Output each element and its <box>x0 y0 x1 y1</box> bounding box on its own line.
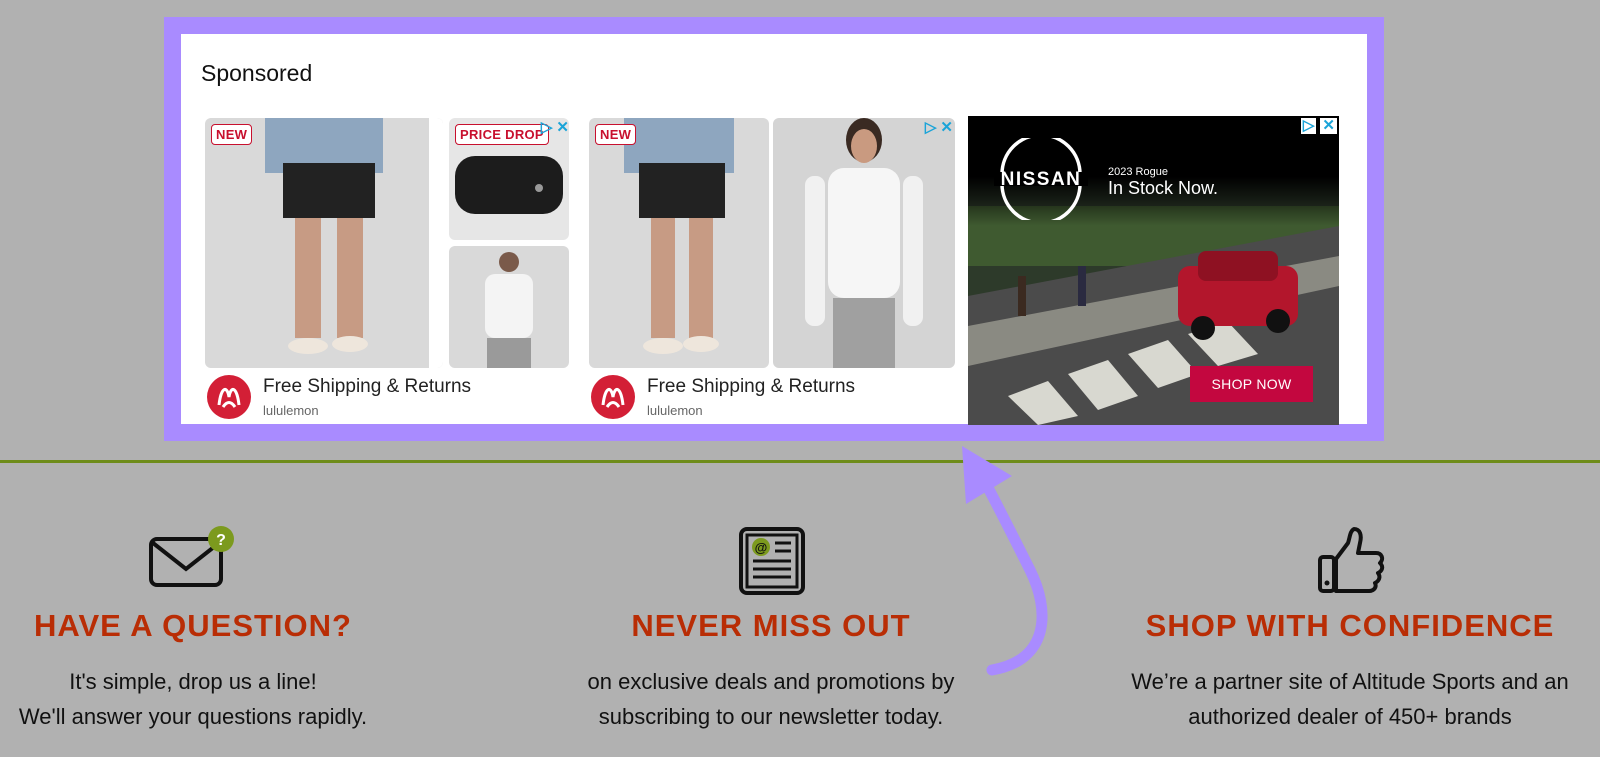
feature-confidence: SHOP WITH CONFIDENCE We’re a partner sit… <box>1090 525 1600 734</box>
nissan-headline: In Stock Now. <box>1108 178 1219 198</box>
feature-question: ? HAVE A QUESTION? It's simple, drop us … <box>0 525 386 734</box>
adchoices-controls[interactable]: ▷ ✕ <box>541 120 569 136</box>
product-image-longsleeve[interactable] <box>449 246 569 368</box>
close-icon[interactable]: ✕ <box>940 120 953 136</box>
feature-line: We'll answer your questions rapidly. <box>18 704 368 729</box>
ad-footer[interactable]: Free Shipping & Returns lululemon <box>205 373 571 421</box>
lululemon-logo-icon <box>207 375 251 419</box>
ad-footer[interactable]: Free Shipping & Returns lululemon <box>589 373 955 421</box>
ad-brand: lululemon <box>263 403 319 418</box>
shop-now-button[interactable]: SHOP NOW <box>1190 366 1313 402</box>
new-badge: NEW <box>211 124 253 145</box>
adchoices-controls[interactable]: ▷ ✕ <box>925 120 953 136</box>
feature-line: It's simple, drop us a line! <box>69 669 317 694</box>
feature-newsletter: @ NEVER MISS OUT on exclusive deals and … <box>540 525 1002 734</box>
sponsored-label: Sponsored <box>201 60 313 86</box>
nissan-ad[interactable]: NISSAN 2023 Rogue In Stock Now. SHOP NOW… <box>968 116 1339 425</box>
mail-question-icon: ? <box>0 525 386 600</box>
ad-brand: lululemon <box>647 403 703 418</box>
product-image-longsleeve[interactable] <box>773 118 955 368</box>
ad-highlight-frame: Sponsored NEW PRICE DROP ▷ ✕ Free Shippi… <box>164 17 1384 441</box>
feature-title: NEVER MISS OUT <box>631 608 911 643</box>
ad-title[interactable]: Free Shipping & Returns <box>263 376 471 398</box>
newspaper-icon: @ <box>540 525 1002 600</box>
svg-text:?: ? <box>216 532 226 549</box>
product-image-belt-bag[interactable]: PRICE DROP <box>449 118 569 240</box>
thumbs-up-icon <box>1090 525 1600 600</box>
adchoices-icon[interactable]: ▷ <box>925 120 937 136</box>
feature-line: on exclusive deals and promotions by <box>587 669 955 694</box>
lululemon-ad-card[interactable]: NEW PRICE DROP ▷ ✕ Free Shipping & Retur… <box>205 118 571 421</box>
svg-text:@: @ <box>755 540 768 555</box>
adchoices-icon[interactable]: ▷ <box>1300 118 1317 134</box>
feature-description: on exclusive deals and promotions by sub… <box>540 664 1002 734</box>
feature-line: subscribing to our newsletter today. <box>598 704 944 729</box>
feature-line: We’re a partner site of Altitude Sports … <box>1131 669 1569 694</box>
feature-description: It's simple, drop us a line! We'll answe… <box>0 664 386 734</box>
product-image-shorts[interactable]: NEW <box>205 118 443 368</box>
close-icon[interactable]: ✕ <box>1320 118 1337 134</box>
nissan-logo: NISSAN <box>992 133 1090 225</box>
nissan-model-year: 2023 Rogue <box>1108 166 1168 178</box>
lululemon-ad-card[interactable]: NEW ▷ ✕ Free Shipping & Returns lululemo… <box>589 118 955 421</box>
ad-title[interactable]: Free Shipping & Returns <box>647 376 855 398</box>
adchoices-controls[interactable]: ▷ ✕ <box>1300 118 1337 134</box>
close-icon[interactable]: ✕ <box>556 120 569 136</box>
product-image-shorts[interactable]: NEW <box>589 118 769 368</box>
section-divider <box>0 460 1600 463</box>
price-drop-badge: PRICE DROP <box>455 124 549 145</box>
lululemon-logo-icon <box>591 375 635 419</box>
new-badge: NEW <box>595 124 637 145</box>
feature-line: authorized dealer of 450+ brands <box>1188 704 1512 729</box>
nissan-logo-text: NISSAN <box>1000 169 1082 190</box>
feature-title: HAVE A QUESTION? <box>34 608 352 643</box>
sponsored-ad-container: Sponsored NEW PRICE DROP ▷ ✕ Free Shippi… <box>181 34 1367 425</box>
adchoices-icon[interactable]: ▷ <box>541 120 553 136</box>
feature-title: SHOP WITH CONFIDENCE <box>1145 608 1555 643</box>
feature-description: We’re a partner site of Altitude Sports … <box>1090 664 1600 734</box>
